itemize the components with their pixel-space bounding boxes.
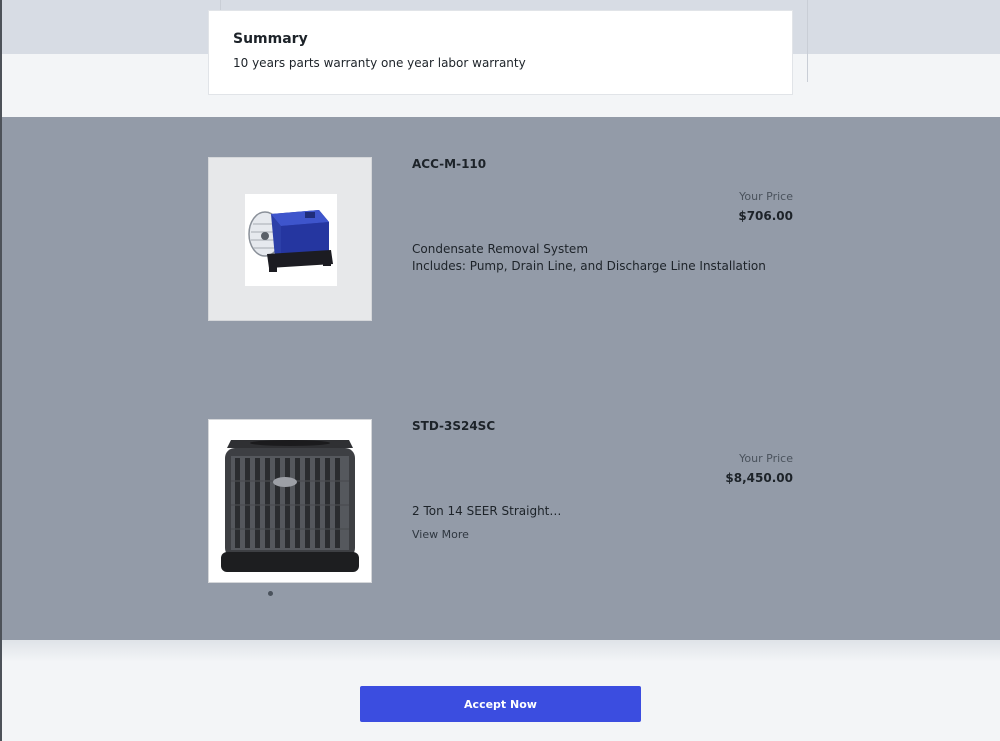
product-thumbnail [208, 157, 372, 321]
price-label: Your Price [739, 452, 793, 465]
product-image-frame [245, 194, 337, 286]
carousel-dot[interactable] [268, 591, 273, 596]
description-line: Includes: Pump, Drain Line, and Discharg… [412, 259, 766, 273]
description-line: 2 Ton 14 SEER Straight… [412, 504, 562, 518]
ac-condenser-icon [221, 440, 359, 572]
price-label: Your Price [739, 190, 793, 203]
product-thumbnail[interactable] [208, 419, 372, 583]
product-price: $706.00 [738, 209, 793, 223]
summary-card: Summary 10 years parts warranty one year… [208, 10, 793, 95]
products-section: ACC-M-110 Your Price $706.00 Condensate … [2, 117, 1000, 640]
product-item-std-3s24sc: STD-3S24SC Your Price $8,450.00 2 Ton 14… [208, 419, 793, 596]
product-description: 2 Ton 14 SEER Straight… [412, 503, 561, 520]
section-shadow [2, 640, 1000, 662]
summary-title: Summary [233, 31, 308, 47]
condensate-pump-icon [248, 210, 333, 272]
description-line: Condensate Removal System [412, 242, 589, 256]
summary-text: 10 years parts warranty one year labor w… [233, 56, 526, 70]
product-item-acc-m-110: ACC-M-110 Your Price $706.00 Condensate … [208, 157, 793, 321]
accept-now-button[interactable]: Accept Now [360, 686, 641, 722]
product-sku: ACC-M-110 [412, 157, 487, 171]
product-price: $8,450.00 [725, 471, 793, 485]
product-sku: STD-3S24SC [412, 419, 496, 433]
view-more-link[interactable]: View More [412, 528, 469, 541]
product-description: Condensate Removal System Includes: Pump… [412, 241, 766, 275]
